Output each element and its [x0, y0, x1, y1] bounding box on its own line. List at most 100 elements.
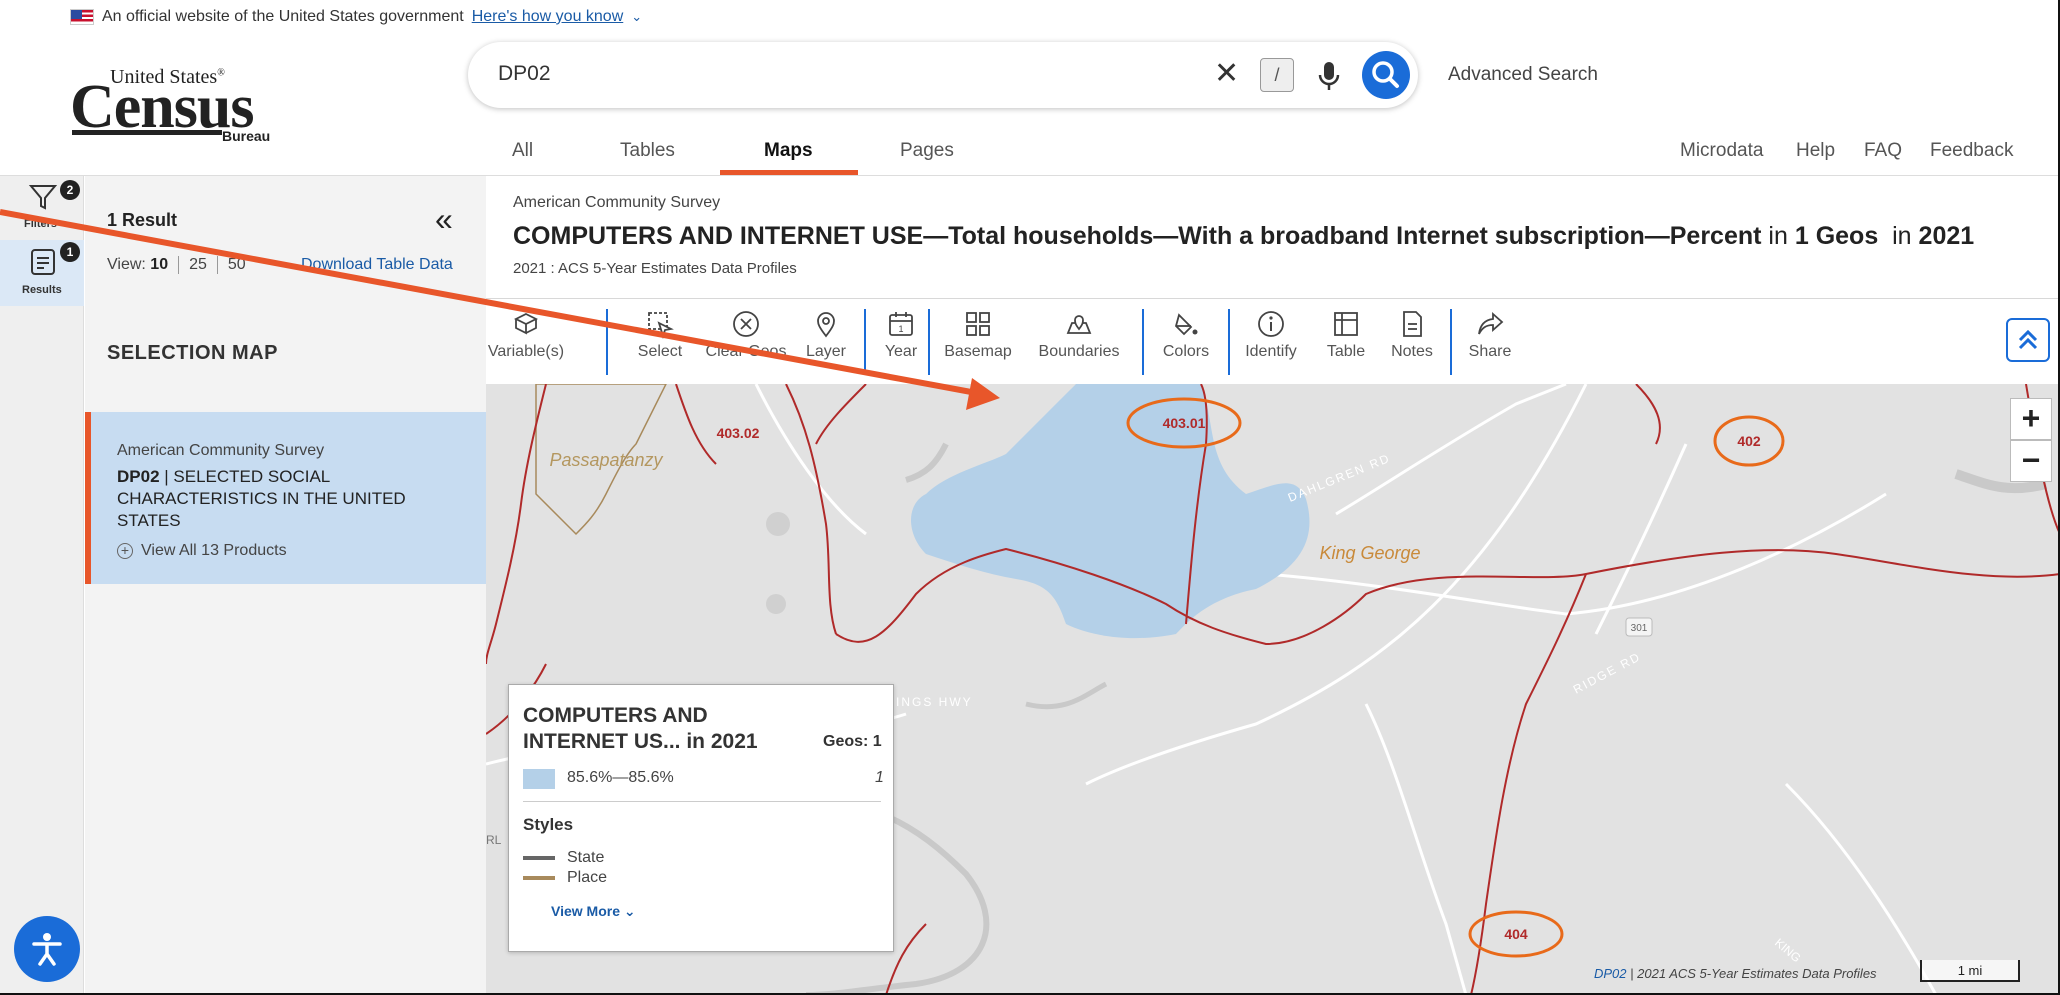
zoom-in-button[interactable]: +	[2010, 398, 2052, 440]
search-icon	[1372, 61, 1399, 88]
gov-banner-text: An official website of the United States…	[102, 8, 464, 25]
legend-style-place: Place	[523, 869, 607, 887]
slash-key-hint: /	[1260, 58, 1294, 92]
tab-tables[interactable]: Tables	[620, 140, 675, 162]
card-title[interactable]: DP02 | SELECTED SOCIAL CHARACTERISTICS I…	[117, 466, 467, 532]
heres-how-you-know-link[interactable]: Here's how you know	[472, 8, 624, 26]
advanced-search-link[interactable]: Advanced Search	[1448, 64, 1598, 86]
view-label: View:	[107, 256, 146, 274]
legend-view-more-link[interactable]: View More ⌄	[551, 903, 636, 920]
road-label-rl: RL	[486, 833, 502, 847]
location-pin-icon	[817, 312, 835, 338]
legend-title: COMPUTERS AND INTERNET US... in 2021	[523, 704, 758, 753]
gov-banner: An official website of the United States…	[0, 0, 2060, 34]
filter-icon	[28, 185, 58, 210]
filters-label: Filters	[24, 218, 58, 230]
logo-line3: Bureau	[222, 128, 271, 144]
toolbar-separator	[1228, 309, 1230, 375]
search-bar: ✕ /	[468, 42, 1418, 108]
svg-text:301: 301	[1631, 623, 1648, 634]
info-icon	[1258, 311, 1284, 337]
notes-tool[interactable]: Notes	[1382, 309, 1442, 361]
map-attribution: DP02 | 2021 ACS 5-Year Estimates Data Pr…	[1594, 966, 1877, 981]
legend-styles-heading: Styles	[523, 815, 574, 834]
colors-tool[interactable]: Colors	[1156, 309, 1216, 361]
clear-circle-icon	[733, 311, 759, 337]
share-tool[interactable]: Share	[1460, 309, 1520, 361]
accessibility-icon	[32, 933, 62, 966]
clear-search-icon[interactable]: ✕	[1214, 57, 1239, 91]
view-option-50[interactable]: 50	[228, 256, 246, 273]
variables-tool[interactable]: Variable(s)	[486, 309, 566, 361]
table-tool[interactable]: Table	[1316, 309, 1376, 361]
toolbar-separator	[1450, 309, 1452, 375]
us-flag-icon	[70, 9, 94, 25]
collapse-panel-icon[interactable]: «	[435, 203, 453, 235]
search-button[interactable]	[1362, 51, 1410, 99]
faq-link[interactable]: FAQ	[1864, 140, 1902, 162]
place-label-king-george: King George	[1319, 543, 1420, 563]
results-list-icon	[31, 249, 55, 275]
grid-icon	[966, 312, 990, 336]
legend-swatch	[523, 769, 555, 789]
plus-circle-icon: +	[117, 543, 133, 559]
filters-rail-button[interactable]: 2 Filters	[0, 176, 84, 240]
microphone-icon[interactable]	[1314, 59, 1344, 93]
legend-range-count: 1	[875, 769, 884, 786]
collapse-header-button[interactable]	[2006, 318, 2050, 362]
toolbar-separator	[1142, 309, 1144, 375]
tract-label-403-01: 403.01	[1163, 415, 1206, 431]
tab-maps[interactable]: Maps	[764, 140, 813, 162]
tract-label-402: 402	[1737, 433, 1761, 449]
microdata-link[interactable]: Microdata	[1680, 140, 1763, 162]
map-legend: COMPUTERS AND INTERNET US... in 2021 Geo…	[508, 684, 894, 952]
view-option-10[interactable]: 10	[150, 256, 168, 273]
boundaries-tool[interactable]: Boundaries	[1034, 309, 1124, 361]
feedback-link[interactable]: Feedback	[1930, 140, 2013, 162]
search-input[interactable]	[498, 56, 1158, 92]
basemap-tool[interactable]: Basemap	[938, 309, 1018, 361]
cube-icon	[513, 312, 539, 335]
select-area-icon	[648, 312, 674, 339]
accessibility-button[interactable]	[14, 916, 80, 982]
table-survey: American Community Survey	[513, 194, 721, 211]
help-link[interactable]: Help	[1796, 140, 1835, 162]
toolbar-separator	[606, 309, 608, 375]
scale-bar: 1 mi	[1920, 960, 2020, 982]
legend-geos-count: Geos: 1	[823, 733, 882, 750]
results-rail-button[interactable]: 1 Results	[0, 240, 84, 306]
year-tool[interactable]: 1 Year	[866, 309, 936, 361]
identify-tool[interactable]: Identify	[1236, 309, 1306, 361]
tract-label-403-02: 403.02	[717, 425, 760, 441]
chevron-down-icon[interactable]: ⌄	[631, 9, 642, 25]
map-toolbar: Variable(s) Select Clear Geos Layer 1 Ye…	[486, 298, 2060, 384]
chevron-down-icon: ⌄	[623, 903, 636, 919]
legend-divider	[523, 801, 881, 802]
map-boundaries-icon	[1066, 315, 1092, 334]
table-icon	[1334, 312, 1358, 336]
view-size-selector: View: 10 25 50	[107, 256, 246, 274]
notes-icon	[1403, 311, 1422, 337]
tab-pages[interactable]: Pages	[900, 140, 954, 162]
table-subtitle: 2021 : ACS 5-Year Estimates Data Profile…	[513, 260, 797, 277]
view-all-products-link[interactable]: + View All 13 Products	[117, 542, 287, 560]
zoom-out-button[interactable]: −	[2010, 440, 2052, 482]
select-tool[interactable]: Select	[620, 309, 700, 361]
toolbar-separator	[928, 309, 930, 375]
download-table-data-link[interactable]: Download Table Data	[301, 256, 453, 274]
clear-geos-tool[interactable]: Clear Geos	[696, 309, 796, 361]
result-card[interactable]: American Community Survey DP02 | SELECTE…	[85, 412, 486, 584]
svg-text:1: 1	[898, 324, 903, 334]
paint-bucket-icon	[1174, 313, 1198, 336]
results-panel: 1 Result « View: 10 25 50 Download Table D…	[85, 176, 486, 995]
layer-tool[interactable]: Layer	[786, 309, 866, 361]
road-label-kings-hwy: KINGS HWY	[886, 695, 973, 709]
legend-style-state: State	[523, 849, 604, 867]
logo-bar	[72, 130, 222, 135]
share-icon	[1478, 311, 1504, 335]
view-option-25[interactable]: 25	[189, 256, 207, 273]
census-logo[interactable]: United States® Census Bureau	[70, 66, 270, 146]
road-label-king: KING	[1772, 936, 1803, 966]
tab-all[interactable]: All	[512, 140, 533, 162]
road-label-ridge-rd: RIDGE RD	[1571, 649, 1644, 696]
